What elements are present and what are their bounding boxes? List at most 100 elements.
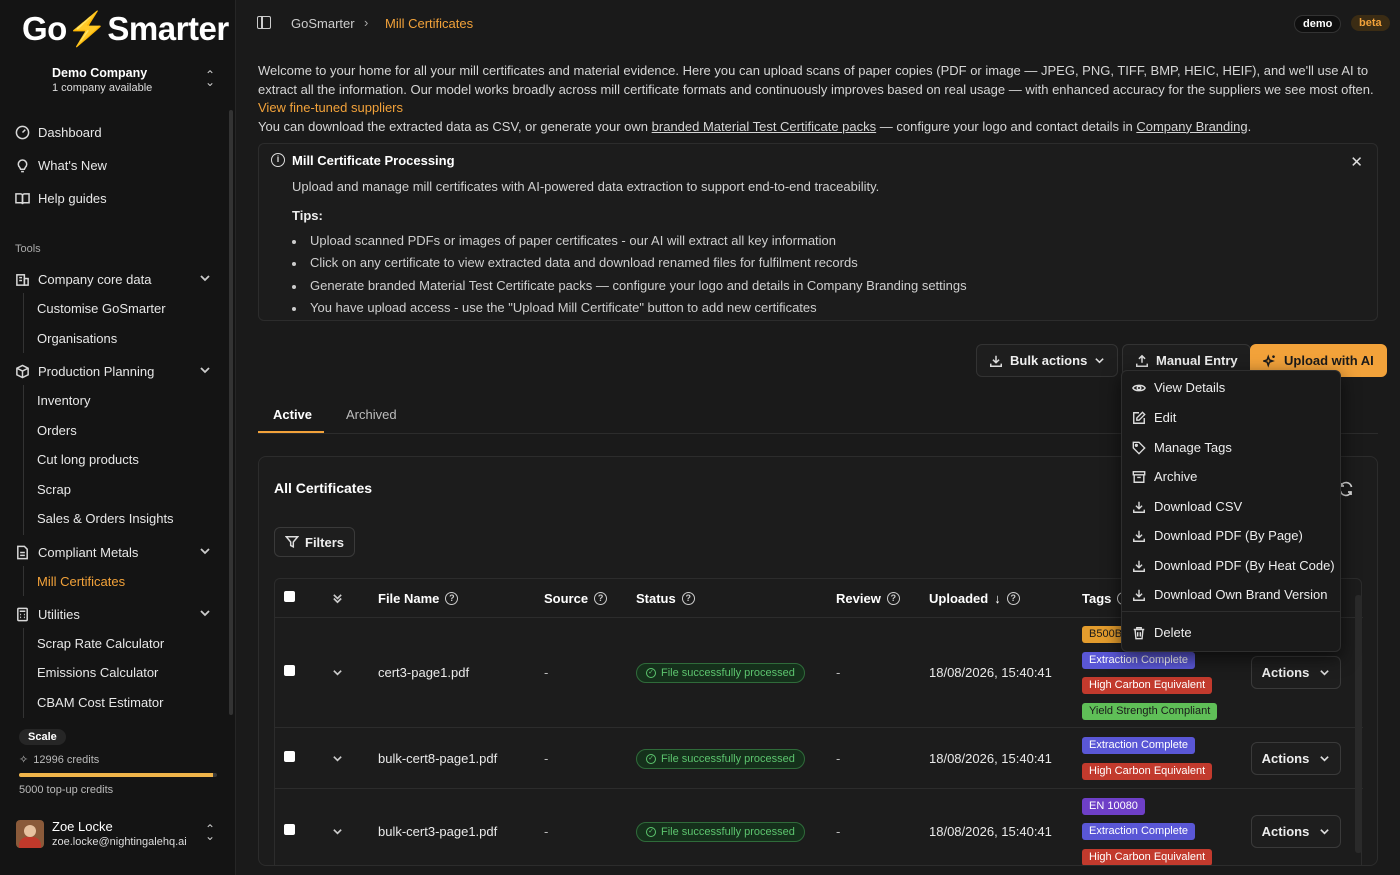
avatar[interactable] [16,820,44,848]
menu-item-edit[interactable]: Edit [1132,410,1176,425]
company-switcher[interactable]: Demo Company 1 company available [52,66,152,94]
chevron-down-icon[interactable] [332,826,343,837]
submenu-line [23,628,24,718]
file-name-cell[interactable]: bulk-cert8-page1.pdf [378,751,497,766]
tag-icon [1132,441,1146,455]
tab-archived[interactable]: Archived [346,407,397,422]
tab-active-indicator [258,431,324,433]
file-name-cell[interactable]: bulk-cert3-page1.pdf [378,824,497,839]
menu-item-download-own-brand[interactable]: Download Own Brand Version [1132,587,1327,602]
info-title: Mill Certificate Processing [292,153,455,168]
source-cell: - [544,665,549,680]
nav-dashboard[interactable]: Dashboard [15,122,102,142]
nav-mill-certificates[interactable]: Mill Certificates [37,574,125,589]
sidebar-scrollbar[interactable] [229,110,233,715]
chevron-down-icon[interactable] [332,667,343,678]
nav-company-core-data[interactable]: Company core data [15,269,215,289]
nav-cut-long-products[interactable]: Cut long products [37,452,139,467]
nav-scrap[interactable]: Scrap [37,482,71,497]
header-review[interactable]: Review? [836,591,900,606]
sidebar-toggle-icon[interactable] [257,16,271,29]
tag-badge: Extraction Complete [1082,652,1196,669]
gosmarter-logo[interactable]: Go⚡Smarter [22,10,229,49]
header-source[interactable]: Source? [544,591,608,606]
menu-item-download-csv[interactable]: Download CSV [1132,499,1242,514]
row-actions-button[interactable]: Actions [1251,742,1341,775]
chevron-down-icon[interactable] [332,753,343,764]
help-icon[interactable]: ? [1006,592,1020,605]
nav-production-planning[interactable]: Production Planning [15,361,215,381]
book-open-icon [15,192,30,204]
branded-mtc-link[interactable]: branded Material Test Certificate packs [652,119,876,134]
nav-sales-orders-insights[interactable]: Sales & Orders Insights [37,511,174,526]
header-uploaded[interactable]: Uploaded ↓? [929,591,1020,606]
menu-divider [1122,611,1340,612]
file-name-cell[interactable]: cert3-page1.pdf [378,665,469,680]
help-icon[interactable]: ? [445,592,459,605]
filters-button[interactable]: Filters [274,527,356,557]
nav-cbam-cost-estimator[interactable]: CBAM Cost Estimator [37,695,163,710]
nav-orders[interactable]: Orders [37,423,77,438]
menu-item-view-details[interactable]: View Details [1132,380,1225,395]
chevron-down-icon [200,275,210,282]
row-checkbox[interactable] [284,824,295,835]
row-checkbox[interactable] [284,751,295,762]
credits-progress-fill [19,773,214,777]
menu-item-download-pdf-page[interactable]: Download PDF (By Page) [1132,528,1303,543]
chevrons-up-down-icon[interactable]: ⌃ ⌄ [205,823,215,842]
help-icon[interactable]: ? [594,592,608,605]
header-file-name[interactable]: File Name? [378,591,459,606]
nav-customise-gosmarter[interactable]: Customise GoSmarter [37,301,166,316]
help-icon[interactable]: ? [681,592,695,605]
list-item: Upload scanned PDFs or images of paper c… [292,230,967,252]
chevron-down-icon [200,367,210,374]
menu-item-delete[interactable]: Delete [1132,625,1192,640]
close-icon[interactable]: ✕ [1350,153,1363,171]
tag-badge: Yield Strength Compliant [1082,703,1218,720]
help-icon[interactable]: ? [886,592,900,605]
chevron-down-icon [200,610,210,617]
nav-inventory[interactable]: Inventory [37,393,90,408]
menu-item-manage-tags[interactable]: Manage Tags [1132,440,1232,455]
tab-active[interactable]: Active [273,407,312,422]
review-cell: - [836,824,841,839]
nav-scrap-rate-calculator[interactable]: Scrap Rate Calculator [37,636,164,651]
row-actions-button[interactable]: Actions [1251,815,1341,848]
tag-badge: High Carbon Equivalent [1082,849,1213,865]
row-actions-button[interactable]: Actions [1251,656,1341,689]
nav-whats-new[interactable]: What's New [15,155,107,175]
uploaded-cell: 18/08/2026, 15:40:41 [929,751,1052,766]
nav-organisations[interactable]: Organisations [37,331,117,346]
table-scrollbar[interactable] [1355,595,1362,853]
view-fine-tuned-suppliers-link[interactable]: View fine-tuned suppliers [258,100,403,115]
nav-compliant-metals[interactable]: Compliant Metals [15,542,215,562]
file-text-icon [17,545,28,559]
submenu-line [23,293,24,353]
nav-utilities[interactable]: Utilities [15,604,215,624]
user-email: zoe.locke@nightingalehq.ai [52,836,187,848]
breadcrumb-root[interactable]: GoSmarter [291,16,355,31]
uploaded-cell: 18/08/2026, 15:40:41 [929,665,1052,680]
select-all-checkbox[interactable] [284,591,295,602]
chevrons-up-down-icon[interactable]: ⌃ ⌄ [205,69,215,88]
header-status[interactable]: Status? [636,591,695,606]
bulk-actions-button[interactable]: Bulk actions [976,344,1119,377]
tag-badge: Extraction Complete [1082,823,1196,840]
menu-item-archive[interactable]: Archive [1132,469,1197,484]
row-divider [275,788,1363,789]
company-name: Demo Company [52,66,148,80]
row-checkbox[interactable] [284,665,295,676]
chevrons-down-icon[interactable] [332,593,343,604]
user-name[interactable]: Zoe Locke [52,819,113,834]
tag-badge: High Carbon Equivalent [1082,677,1213,694]
review-cell: - [836,665,841,680]
nav-emissions-calculator[interactable]: Emissions Calculator [37,665,158,680]
company-branding-link[interactable]: Company Branding [1136,119,1247,134]
menu-item-download-pdf-heat[interactable]: Download PDF (By Heat Code) [1132,558,1335,573]
uploaded-cell: 18/08/2026, 15:40:41 [929,824,1052,839]
sparkles-icon [1263,353,1275,368]
tips-list: Upload scanned PDFs or images of paper c… [292,230,967,319]
nav-help-guides[interactable]: Help guides [15,188,107,208]
eye-icon [1132,384,1146,391]
sparkle-icon: ✧ [19,754,29,766]
